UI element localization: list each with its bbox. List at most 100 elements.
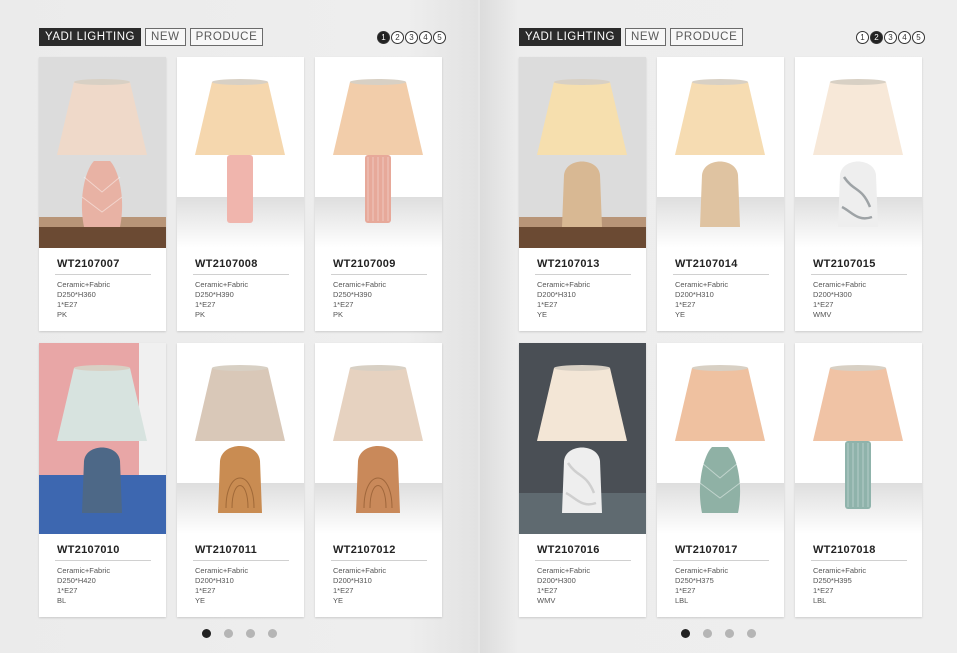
product-code: WT2107014: [675, 258, 738, 270]
product-size: D250*H395: [813, 576, 852, 585]
page-number-indicator: 1 2 3 4 5: [377, 31, 446, 44]
pagination-dot[interactable]: [725, 629, 734, 638]
brand-label: YADI LIGHTING: [39, 28, 141, 46]
product-photo: [657, 57, 784, 248]
pagination-dot[interactable]: [268, 629, 277, 638]
divider: [535, 274, 631, 275]
page-number[interactable]: 4: [898, 31, 911, 44]
product-photo: [519, 343, 646, 534]
product-card[interactable]: WT2107013 Ceramic+Fabric D200*H310 1*E27 YE: [519, 57, 646, 331]
product-photo: [657, 343, 784, 534]
product-photo: [177, 57, 304, 248]
divider: [55, 560, 151, 561]
product-photo: [519, 57, 646, 248]
product-material: Ceramic+Fabric: [333, 566, 387, 575]
product-bulb: 1*E27: [333, 586, 354, 595]
product-card[interactable]: WT2107012 Ceramic+Fabric D200*H310 1*E27 YE: [315, 343, 442, 617]
product-card[interactable]: WT2107015 Ceramic+Fabric D200*H300 1*E27 WMV: [795, 57, 922, 331]
product-material: Ceramic+Fabric: [537, 566, 591, 575]
product-size: D250*H360: [57, 290, 96, 299]
product-material: Ceramic+Fabric: [537, 280, 591, 289]
pagination-dot[interactable]: [202, 629, 211, 638]
divider: [811, 560, 907, 561]
pagination-dot[interactable]: [703, 629, 712, 638]
product-bulb: 1*E27: [537, 300, 558, 309]
product-code: WT2107015: [813, 258, 876, 270]
product-bulb: 1*E27: [813, 586, 834, 595]
product-material: Ceramic+Fabric: [675, 280, 729, 289]
product-material: Ceramic+Fabric: [333, 280, 387, 289]
pagination-dot[interactable]: [747, 629, 756, 638]
product-color: PK: [57, 310, 68, 319]
product-card[interactable]: WT2107016 Ceramic+Fabric D200*H300 1*E27 WMV: [519, 343, 646, 617]
product-code: WT2107016: [537, 544, 600, 556]
product-material: Ceramic+Fabric: [57, 280, 111, 289]
product-card[interactable]: WT2107017 Ceramic+Fabric D250*H375 1*E27 LBL: [657, 343, 784, 617]
product-card[interactable]: WT2107018 Ceramic+Fabric D250*H395 1*E27 LBL: [795, 343, 922, 617]
product-color: PK: [195, 310, 206, 319]
product-color: WMV: [813, 310, 832, 319]
product-card[interactable]: WT2107007 Ceramic+Fabric D250*H360 1*E27 PK: [39, 57, 166, 331]
page-number[interactable]: 2: [391, 31, 404, 44]
product-photo: [795, 343, 922, 534]
catalog-page-right: YADI LIGHTING NEW PRODUCE 1 2 3 4 5 WT21…: [480, 0, 957, 653]
page-number[interactable]: 5: [912, 31, 925, 44]
product-card[interactable]: WT2107010 Ceramic+Fabric D250*H420 1*E27 BL: [39, 343, 166, 617]
product-code: WT2107017: [675, 544, 738, 556]
page-number[interactable]: 5: [433, 31, 446, 44]
tag-produce: PRODUCE: [189, 28, 264, 46]
brand-label: YADI LIGHTING: [519, 28, 621, 46]
product-photo: [177, 343, 304, 534]
divider: [535, 560, 631, 561]
product-bulb: 1*E27: [333, 300, 354, 309]
pagination-dot[interactable]: [681, 629, 690, 638]
product-size: D200*H310: [537, 290, 576, 299]
pagination-dot[interactable]: [224, 629, 233, 638]
product-code: WT2107009: [333, 258, 396, 270]
product-color: LBL: [675, 596, 689, 605]
product-bulb: 1*E27: [675, 300, 696, 309]
product-color: YE: [195, 596, 206, 605]
product-photo: [39, 343, 166, 534]
divider: [673, 274, 769, 275]
product-color: LBL: [813, 596, 827, 605]
page-number[interactable]: 1: [856, 31, 869, 44]
product-code: WT2107012: [333, 544, 396, 556]
product-color: YE: [537, 310, 548, 319]
product-photo: [315, 57, 442, 248]
product-color: YE: [675, 310, 686, 319]
page-number[interactable]: 3: [884, 31, 897, 44]
product-size: D200*H310: [333, 576, 372, 585]
page-header: YADI LIGHTING NEW PRODUCE: [39, 28, 264, 46]
product-code: WT2107007: [57, 258, 120, 270]
product-size: D250*H390: [195, 290, 234, 299]
product-photo: [315, 343, 442, 534]
product-size: D200*H300: [537, 576, 576, 585]
product-code: WT2107011: [195, 544, 258, 556]
page-number[interactable]: 2: [870, 31, 883, 44]
catalog-page-left: YADI LIGHTING NEW PRODUCE 1 2 3 4 5 WT21…: [0, 0, 478, 653]
product-color: BL: [57, 596, 67, 605]
product-size: D200*H310: [675, 290, 714, 299]
product-card[interactable]: WT2107009 Ceramic+Fabric D250*H390 1*E27 PK: [315, 57, 442, 331]
product-size: D200*H300: [813, 290, 852, 299]
divider: [193, 274, 289, 275]
product-size: D250*H375: [675, 576, 714, 585]
product-card[interactable]: WT2107008 Ceramic+Fabric D250*H390 1*E27 PK: [177, 57, 304, 331]
divider: [55, 274, 151, 275]
product-card[interactable]: WT2107014 Ceramic+Fabric D200*H310 1*E27 YE: [657, 57, 784, 331]
product-bulb: 1*E27: [195, 300, 216, 309]
product-material: Ceramic+Fabric: [57, 566, 111, 575]
page-number[interactable]: 4: [419, 31, 432, 44]
product-code: WT2107018: [813, 544, 876, 556]
divider: [811, 274, 907, 275]
page-header: YADI LIGHTING NEW PRODUCE: [519, 28, 744, 46]
divider: [673, 560, 769, 561]
page-number[interactable]: 3: [405, 31, 418, 44]
product-photo: [39, 57, 166, 248]
pagination-dot[interactable]: [246, 629, 255, 638]
page-number[interactable]: 1: [377, 31, 390, 44]
product-size: D200*H310: [195, 576, 234, 585]
product-card[interactable]: WT2107011 Ceramic+Fabric D200*H310 1*E27 YE: [177, 343, 304, 617]
divider: [331, 274, 427, 275]
